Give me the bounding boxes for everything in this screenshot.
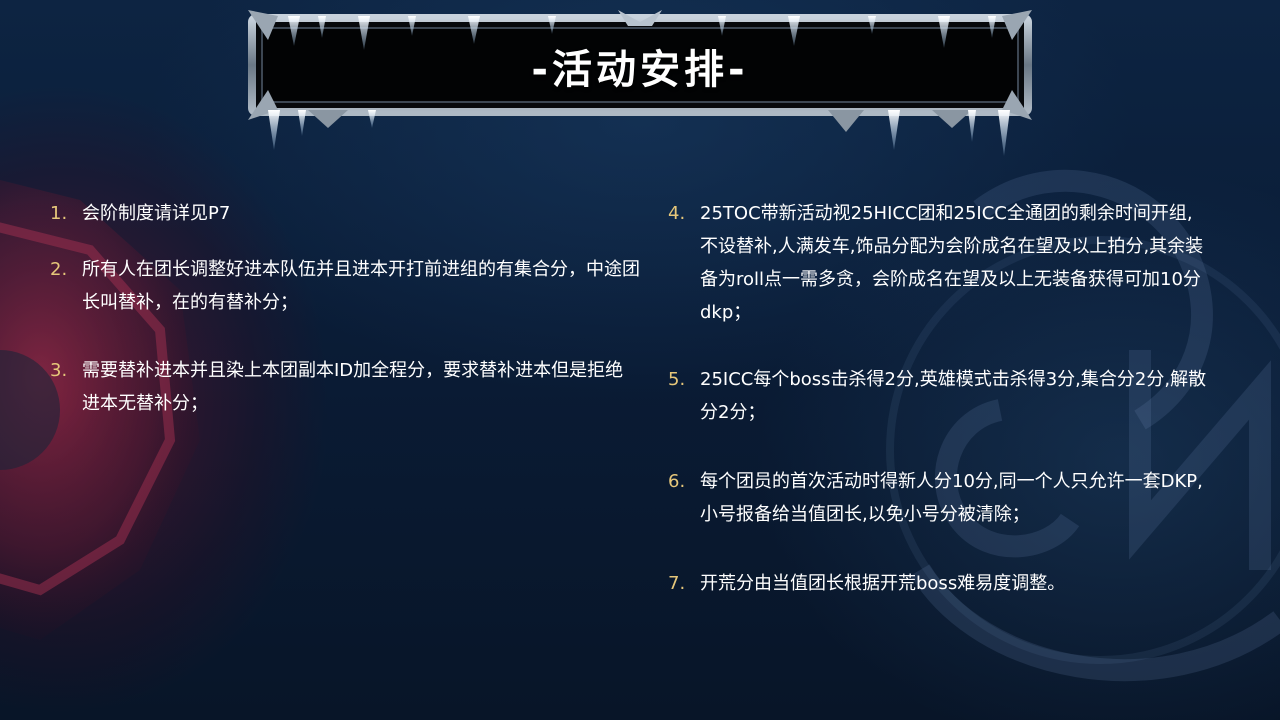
list-item: 4. 25TOC带新活动视25HICC团和25ICC全通团的剩余时间开组,不设替…: [668, 197, 1208, 329]
item-number: 7.: [668, 573, 686, 594]
left-list: 1. 会阶制度请详见P7 2. 所有人在团长调整好进本队伍并且进本开打前进组的有…: [50, 197, 640, 420]
list-item: 5. 25ICC每个boss击杀得2分,英雄模式击杀得3分,集合分2分,解散分2…: [668, 363, 1208, 429]
list-item: 3. 需要替补进本并且染上本团副本ID加全程分，要求替补进本但是拒绝进本无替补分…: [50, 354, 640, 420]
list-item: 6. 每个团员的首次活动时得新人分10分,同一个人只允许一套DKP,小号报备给当…: [668, 465, 1208, 531]
slide: -活动安排- 1. 会阶制度请详见P7 2. 所有人在团长调整好进本队伍并且进本…: [0, 0, 1280, 720]
item-number: 1.: [50, 203, 68, 224]
list-item: 2. 所有人在团长调整好进本队伍并且进本开打前进组的有集合分，中途团长叫替补，在…: [50, 253, 640, 319]
title-banner: -活动安排-: [248, 10, 1032, 156]
item-number: 5.: [668, 369, 686, 390]
item-text: 所有人在团长调整好进本队伍并且进本开打前进组的有集合分，中途团长叫替补，在的有替…: [82, 259, 640, 313]
item-text: 25ICC每个boss击杀得2分,英雄模式击杀得3分,集合分2分,解散分2分；: [700, 369, 1207, 423]
item-number: 2.: [50, 259, 68, 280]
right-list: 4. 25TOC带新活动视25HICC团和25ICC全通团的剩余时间开组,不设替…: [668, 197, 1208, 636]
item-text: 开荒分由当值团长根据开荒boss难易度调整。: [700, 573, 1066, 594]
list-item: 7. 开荒分由当值团长根据开荒boss难易度调整。: [668, 567, 1208, 600]
item-text: 需要替补进本并且染上本团副本ID加全程分，要求替补进本但是拒绝进本无替补分；: [82, 360, 624, 414]
page-title: -活动安排-: [531, 47, 749, 93]
list-item: 1. 会阶制度请详见P7: [50, 197, 640, 230]
item-number: 3.: [50, 360, 68, 381]
item-text: 25TOC带新活动视25HICC团和25ICC全通团的剩余时间开组,不设替补,人…: [700, 203, 1204, 323]
item-number: 6.: [668, 471, 686, 492]
item-number: 4.: [668, 203, 686, 224]
item-text: 会阶制度请详见P7: [82, 203, 231, 224]
item-text: 每个团员的首次活动时得新人分10分,同一个人只允许一套DKP,小号报备给当值团长…: [700, 471, 1203, 525]
